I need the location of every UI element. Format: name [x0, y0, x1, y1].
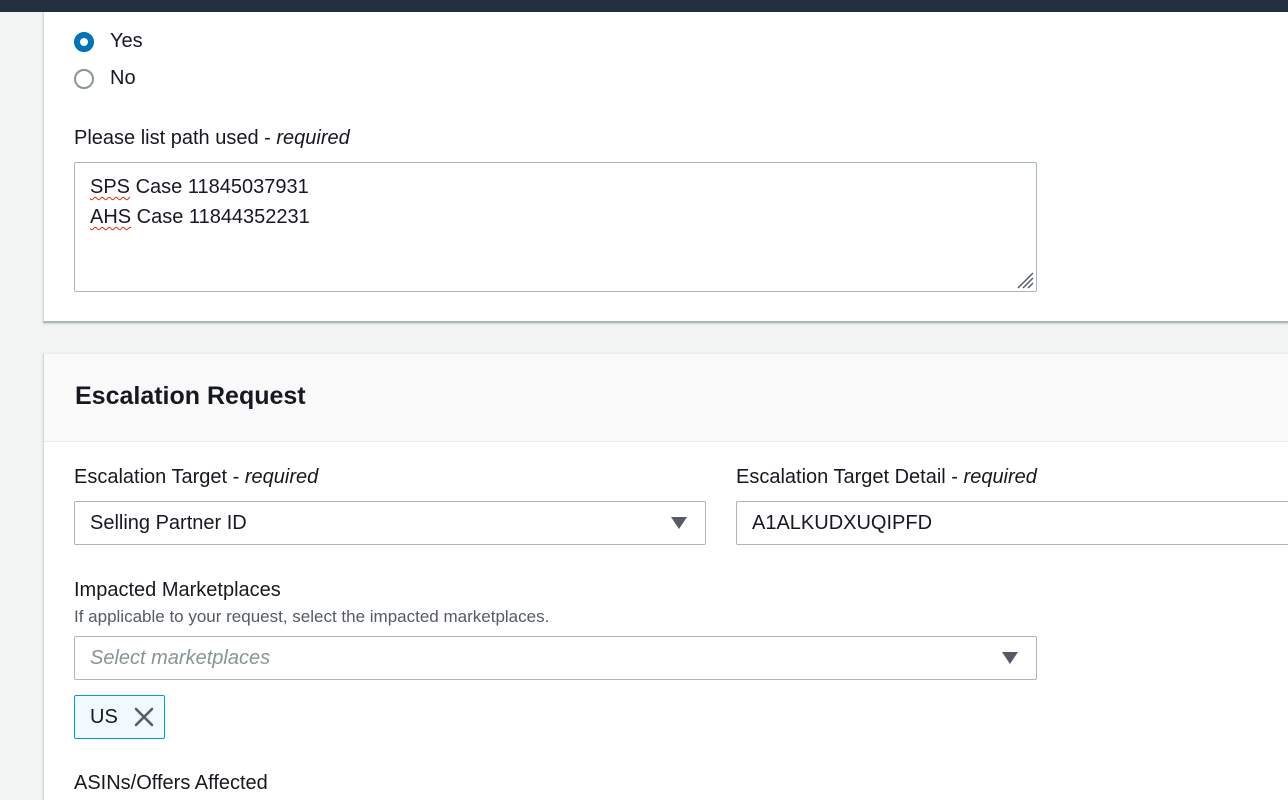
textarea-line: SPS Case 11845037931 — [90, 176, 309, 198]
required-marker: required — [276, 127, 350, 149]
resize-grip-icon[interactable] — [1014, 269, 1034, 289]
input-value: A1ALKUDXUQIPFD — [752, 511, 933, 534]
caret-down-icon — [1002, 652, 1018, 664]
escalation-target-detail-label: Escalation Target Detail - required — [736, 466, 1037, 488]
select-placeholder: Select marketplaces — [90, 646, 271, 669]
radio-option-yes[interactable]: Yes — [74, 30, 143, 53]
marketplace-token: US — [74, 695, 165, 739]
required-marker: required — [963, 466, 1037, 488]
path-textarea[interactable]: SPS Case 11845037931 AHS Case 1184435223… — [74, 162, 1037, 292]
radio-option-no[interactable]: No — [74, 67, 136, 90]
card-header: Escalation Request — [44, 354, 1288, 442]
token-label: US — [90, 705, 118, 728]
close-icon[interactable] — [132, 705, 156, 729]
radio-label-yes: Yes — [110, 30, 143, 52]
spellcheck-word: AHS — [90, 206, 132, 228]
radio-label-no: No — [110, 67, 136, 89]
impacted-marketplaces-description: If applicable to your request, select th… — [74, 607, 550, 626]
radio-button-checked-icon[interactable] — [74, 31, 94, 52]
asins-offers-label: ASINs/Offers Affected — [74, 772, 268, 794]
textarea-line: AHS Case 11844352231 — [90, 206, 310, 228]
select-value: Selling Partner ID — [90, 511, 247, 534]
spellcheck-word: SPS — [90, 176, 131, 198]
section-title: Escalation Request — [75, 382, 306, 410]
top-navigation-bar — [0, 0, 1288, 12]
impacted-marketplaces-label: Impacted Marketplaces — [74, 579, 281, 601]
path-field-label: Please list path used - required — [74, 127, 350, 149]
radio-button-unchecked-icon[interactable] — [74, 68, 94, 89]
required-marker: required — [244, 466, 319, 488]
marketplaces-multiselect[interactable]: Select marketplaces — [74, 636, 1037, 680]
escalation-target-select[interactable]: Selling Partner ID — [74, 501, 706, 545]
escalation-request-card: Escalation Request — [43, 353, 1288, 800]
escalation-target-detail-input[interactable]: A1ALKUDXUQIPFD — [736, 501, 1288, 545]
escalation-target-label: Escalation Target - required — [74, 466, 319, 488]
caret-down-icon — [671, 517, 687, 529]
